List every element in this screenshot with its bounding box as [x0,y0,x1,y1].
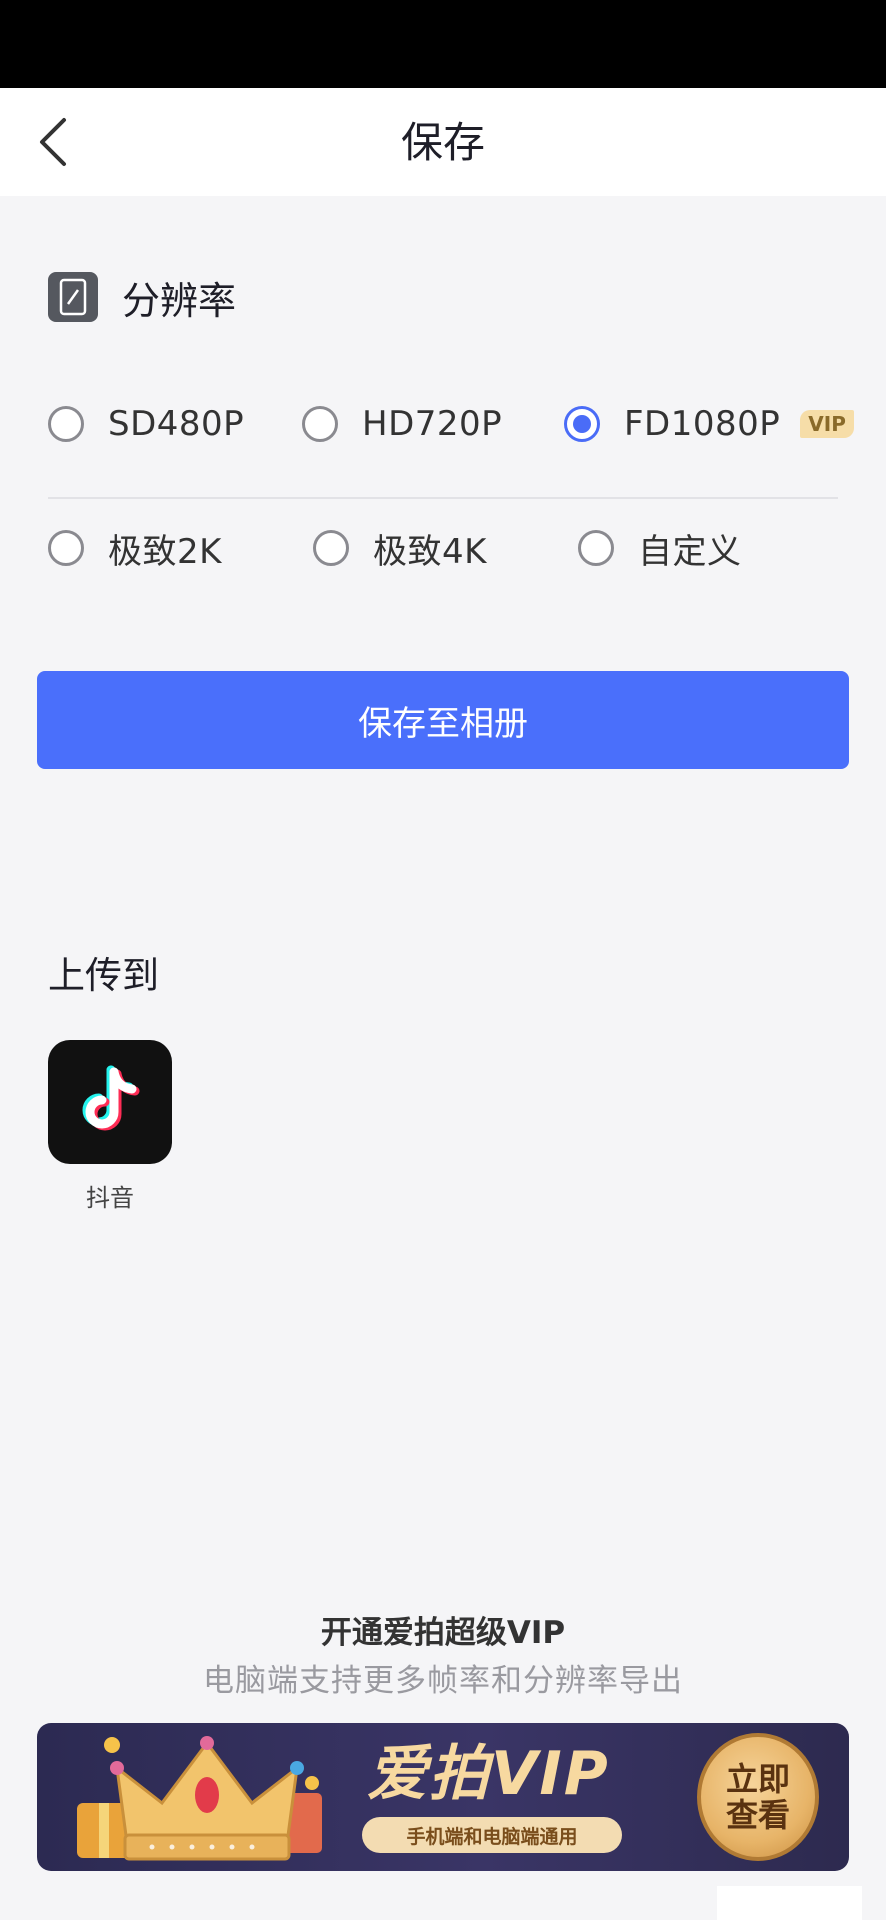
radio-dot [573,415,591,433]
promo-title: 开通爱拍超级VIP [320,1615,566,1651]
vip-banner[interactable]: 爱拍VIP 手机端和电脑端通用 立即查看 [37,1723,849,1871]
resolution-label: 分辨率 [122,278,237,323]
radio-circle [302,406,338,442]
corner-patch [717,1886,862,1920]
radio-label: 极致4K [373,531,487,572]
radio-label: 自定义 [638,531,742,572]
radio-circle [313,530,349,566]
vip-badge: VIP [800,410,854,438]
banner-brand: 爱拍VIP [367,1739,610,1809]
radio-label: FD1080P [624,404,781,444]
promo-subtitle: 电脑端支持更多帧率和分辨率导出 [203,1663,683,1699]
radio-label: HD720P [362,404,503,444]
resolution-section-header: 分辨率 [48,270,236,324]
radio-4k[interactable]: 极致4K [313,518,487,578]
radio-circle-checked [564,406,600,442]
upload-section-title: 上传到 [48,954,159,997]
radio-label: 极致2K [108,531,222,572]
page-title: 保存 [400,118,485,167]
banner-tagline: 手机端和电脑端通用 [362,1817,622,1853]
radio-label: SD480P [108,404,245,444]
radio-2k[interactable]: 极致2K [48,518,222,578]
radio-hd720p[interactable]: HD720P [302,394,502,454]
radio-sd480p[interactable]: SD480P [48,394,244,454]
douyin-icon [48,1040,172,1164]
resolution-options-row-1: SD480P HD720P FD1080P VIP [48,394,854,454]
radio-circle [48,530,84,566]
app-name: 抖音 [86,1184,134,1212]
radio-custom[interactable]: 自定义 [578,518,742,578]
nav-bar: 保存 [0,88,886,196]
view-now-button[interactable]: 立即查看 [697,1733,819,1861]
status-bar [0,0,886,88]
share-douyin[interactable]: 抖音 [48,1040,174,1213]
save-to-album-button[interactable]: 保存至相册 [37,671,849,769]
radio-fd1080p[interactable]: FD1080P VIP [564,394,854,454]
phone-icon [48,272,98,322]
crown-gifts-icon [77,1736,322,1861]
radio-circle [578,530,614,566]
divider [48,497,838,499]
radio-circle [48,406,84,442]
resolution-options-row-2: 极致2K 极致4K 自定义 [48,518,838,578]
